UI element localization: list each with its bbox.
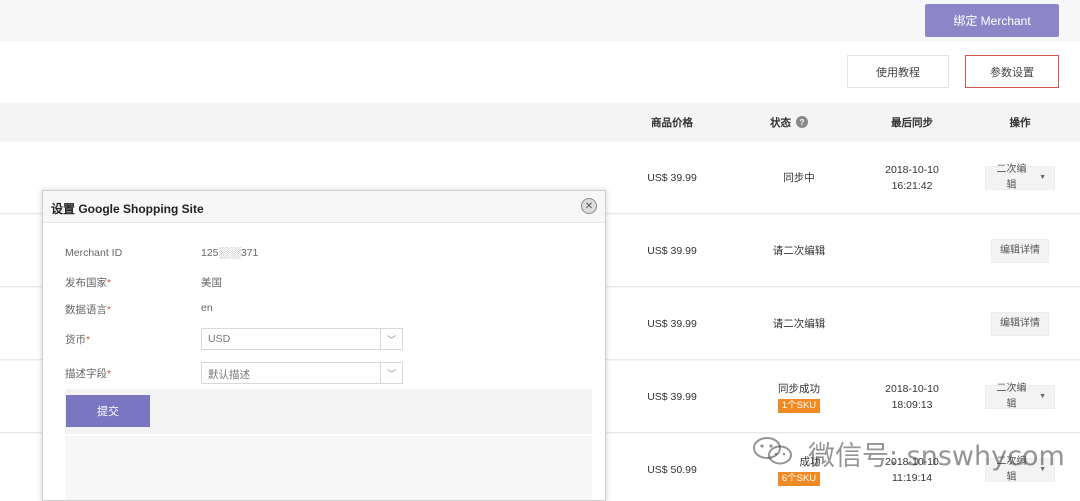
currency-selected-value: USD xyxy=(208,333,231,345)
wechat-logo-icon xyxy=(753,437,792,465)
price-cell: US$ 39.99 xyxy=(647,245,697,257)
submit-area: 提交 xyxy=(65,389,592,434)
language-label-text: 数据语言 xyxy=(65,304,107,316)
status-cell: 请二次编辑 xyxy=(746,215,852,287)
sync-date: 2018-10-10 xyxy=(885,164,939,176)
action-cell: 编辑详情 xyxy=(985,215,1055,287)
sku-count-badge: 6个SKU xyxy=(777,472,821,486)
required-mark: * xyxy=(86,334,91,346)
column-status-label: 状态 xyxy=(770,116,791,129)
sync-date: 2018-10-10 xyxy=(885,383,939,395)
watermark: 微信号: snswhycom xyxy=(752,432,1065,472)
table-header: 商品价格 状态 ? 最后同步 操作 xyxy=(0,103,1080,141)
sync-time: 16:21:42 xyxy=(891,180,933,192)
edit-label: 二次编辑 xyxy=(996,383,1027,410)
action-cell: 二次编辑 ▼ xyxy=(985,142,1055,214)
sync-time: 18:09:13 xyxy=(891,399,933,411)
description-selected-value: 默认描述 xyxy=(208,369,250,381)
column-action: 操作 xyxy=(1009,116,1031,129)
currency-select[interactable]: USD ﹀ xyxy=(201,328,403,350)
status-text: 请二次编辑 xyxy=(772,245,826,257)
google-shopping-site-dialog: 设置 Google Shopping Site ✕ Merchant ID 12… xyxy=(42,190,606,501)
chevron-down-icon: ﹀ xyxy=(380,329,402,349)
last-sync-cell: 2018-10-10 16:21:42 xyxy=(867,142,957,214)
status-text: 请二次编辑 xyxy=(772,318,826,330)
dialog-title: 设置 Google Shopping Site xyxy=(51,202,204,216)
required-mark: * xyxy=(107,304,112,316)
currency-label: 货币* xyxy=(65,332,90,347)
column-price: 商品价格 xyxy=(651,116,693,129)
column-last-sync: 最后同步 xyxy=(891,116,933,129)
caret-down-icon: ▼ xyxy=(1039,174,1046,181)
help-icon[interactable]: ? xyxy=(796,116,808,128)
last-sync-cell: 2018-10-10 18:09:13 xyxy=(867,361,957,433)
merchant-id-label: Merchant ID xyxy=(65,247,123,259)
price-cell: US$ 39.99 xyxy=(647,391,697,403)
chevron-down-icon: ﹀ xyxy=(380,363,402,383)
price-cell: US$ 50.99 xyxy=(647,464,697,476)
toolbar: 使用教程 参数设置 xyxy=(0,42,1080,103)
action-cell: 编辑详情 xyxy=(985,288,1055,360)
language-label: 数据语言* xyxy=(65,302,111,317)
sku-count-badge: 1个SKU xyxy=(777,399,821,413)
description-label-text: 描述字段 xyxy=(65,368,107,380)
language-value: en xyxy=(201,302,213,314)
close-icon[interactable]: ✕ xyxy=(581,198,597,214)
edit-details-button[interactable]: 编辑详情 xyxy=(991,239,1049,263)
required-mark: * xyxy=(107,277,112,289)
currency-label-text: 货币 xyxy=(65,334,86,346)
country-label: 发布国家* xyxy=(65,275,111,290)
merchant-id-value: 125░░░371 xyxy=(201,247,259,259)
action-cell: 二次编辑 ▼ xyxy=(985,361,1055,433)
description-field-label: 描述字段* xyxy=(65,366,111,381)
watermark-text: 微信号: snswhycom xyxy=(808,441,1065,472)
dialog-header: 设置 Google Shopping Site ✕ xyxy=(43,191,605,223)
edit-label: 二次编辑 xyxy=(996,164,1027,191)
top-bar: 绑定 Merchant xyxy=(0,0,1080,42)
edit-details-button[interactable]: 编辑详情 xyxy=(991,312,1049,336)
required-mark: * xyxy=(107,368,112,380)
status-cell: 请二次编辑 xyxy=(746,288,852,360)
status-text: 同步中 xyxy=(783,172,815,184)
edit-label: 编辑详情 xyxy=(1000,245,1040,256)
dialog-footer-area xyxy=(65,436,592,500)
parameter-settings-button[interactable]: 参数设置 xyxy=(965,55,1059,88)
status-cell: 同步中 xyxy=(746,142,852,214)
edit-dropdown-button[interactable]: 二次编辑 ▼ xyxy=(985,383,1055,410)
edit-label: 编辑详情 xyxy=(1000,318,1040,329)
dialog-body: Merchant ID 125░░░371 发布国家* 美国 数据语言* en … xyxy=(43,224,605,500)
price-cell: US$ 39.99 xyxy=(647,318,697,330)
country-label-text: 发布国家 xyxy=(65,277,107,289)
submit-button[interactable]: 提交 xyxy=(66,395,150,427)
caret-down-icon: ▼ xyxy=(1039,393,1046,400)
edit-dropdown-button[interactable]: 二次编辑 ▼ xyxy=(985,164,1055,191)
price-cell: US$ 39.99 xyxy=(647,172,697,184)
tutorial-button[interactable]: 使用教程 xyxy=(847,55,949,88)
status-text: 同步成功 xyxy=(778,383,820,395)
country-value: 美国 xyxy=(201,277,222,289)
status-cell: 同步成功 1个SKU xyxy=(746,361,852,433)
column-status: 状态 ? xyxy=(746,103,832,141)
bind-merchant-button[interactable]: 绑定 Merchant xyxy=(925,4,1059,37)
description-field-select[interactable]: 默认描述 ﹀ xyxy=(201,362,403,384)
